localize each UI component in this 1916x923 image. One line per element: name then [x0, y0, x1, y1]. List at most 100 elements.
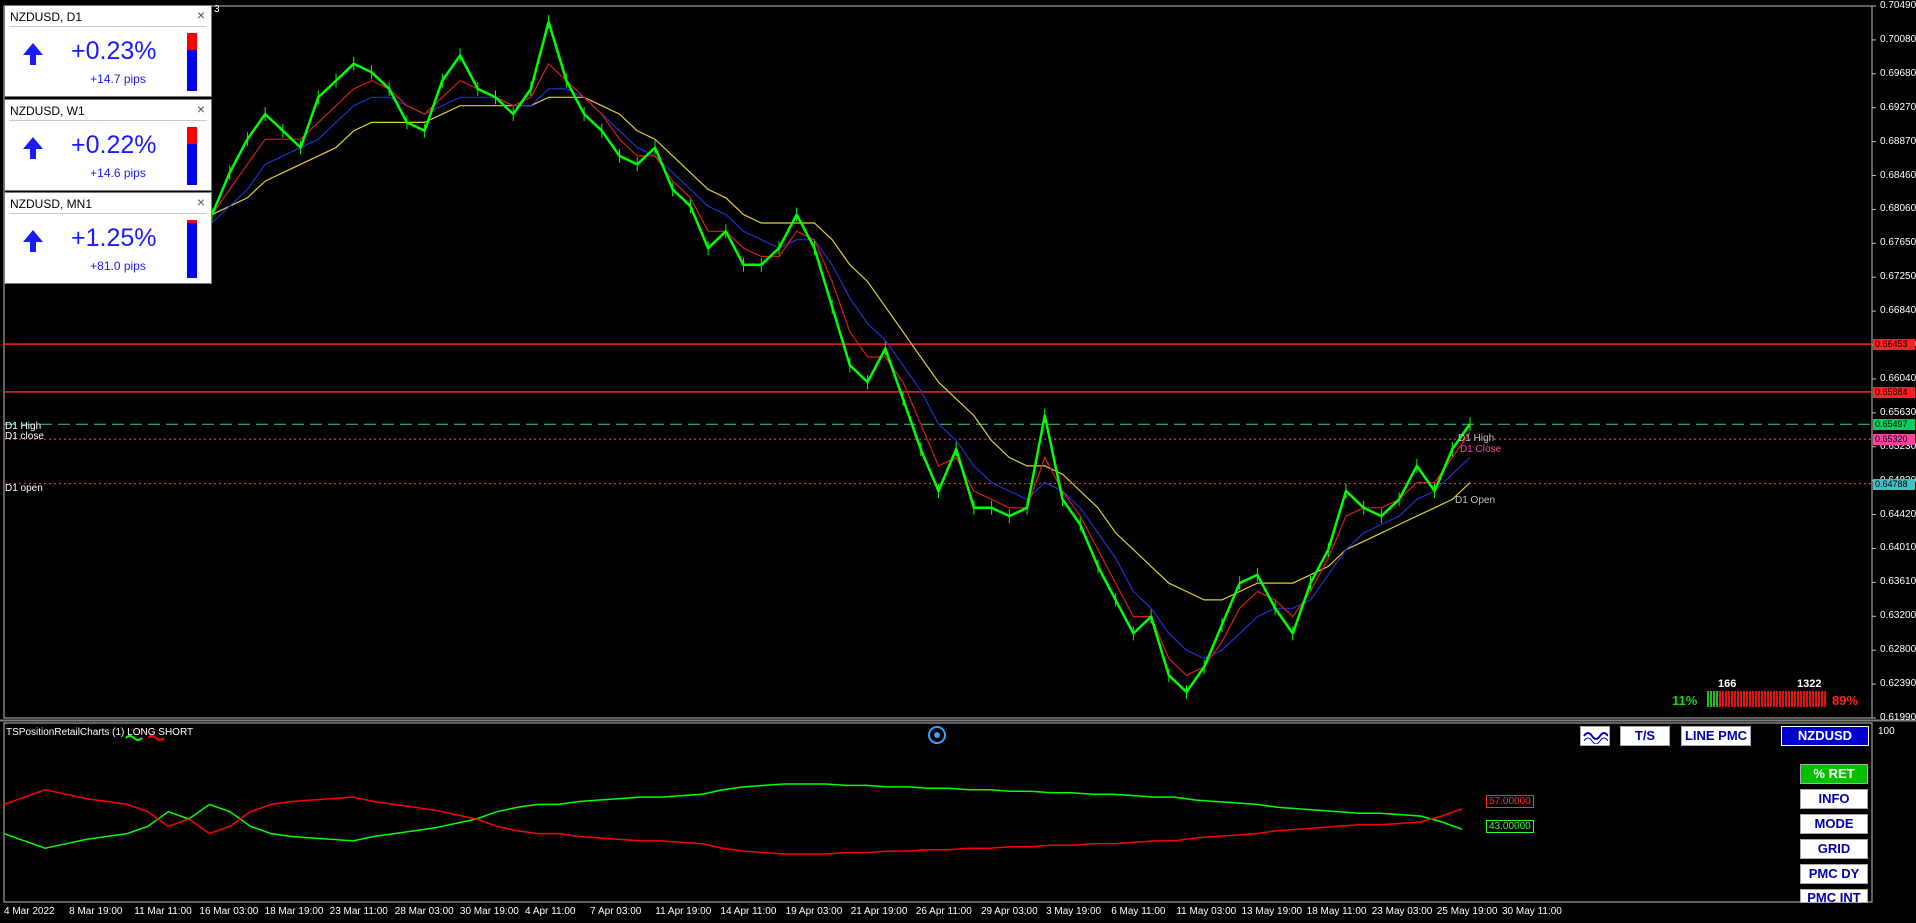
sentiment-segment — [1806, 691, 1808, 707]
ticker-mn1[interactable]: NZDUSD, MN1 × +1.25% +81.0 pips — [4, 192, 212, 284]
mode-button[interactable]: MODE — [1800, 814, 1868, 834]
strength-down — [187, 222, 197, 278]
x-tick-label: 30 Mar 19:00 — [459, 906, 519, 917]
x-tick-label: 18 Mar 19:00 — [264, 906, 324, 917]
right-label-d1-high: D1 High — [1458, 433, 1495, 444]
x-tick-label: 21 Apr 19:00 — [850, 906, 908, 917]
sentiment-segment — [1788, 691, 1790, 707]
legend-swatches — [125, 735, 165, 741]
ticker-body: +0.22% +14.6 pips — [9, 120, 207, 189]
y-tick-label: 0.61990 — [1880, 712, 1916, 723]
y-tick-label: 0.66040 — [1880, 372, 1916, 384]
sentiment-segment — [1722, 691, 1724, 707]
price-tag: 0.65320 — [1873, 434, 1915, 446]
sentiment-segment — [1761, 691, 1763, 707]
indicator-scale-top: 100 — [1878, 726, 1895, 737]
x-tick-label: 23 Mar 11:00 — [329, 906, 388, 917]
info-button[interactable]: INFO — [1800, 789, 1868, 809]
x-tick-label: 4 Mar 2022 — [4, 906, 55, 917]
ret-button[interactable]: % RET — [1800, 764, 1868, 784]
strength-up — [187, 127, 197, 145]
y-tick-label: 0.66840 — [1880, 305, 1916, 317]
ticker-change: +0.23% — [71, 37, 157, 65]
strength-up — [187, 33, 197, 51]
sentiment-segment — [1746, 691, 1748, 707]
sentiment-segment — [1812, 691, 1814, 707]
sentiment-segment — [1725, 691, 1727, 707]
y-tick-label: 0.68870 — [1880, 135, 1916, 147]
x-tick-label: 3 May 19:00 — [1046, 906, 1102, 917]
sentiment-segment — [1797, 691, 1799, 707]
sentiment-segment — [1800, 691, 1802, 707]
x-tick-label: 4 Apr 11:00 — [525, 906, 576, 917]
indicator-panel — [3, 783, 1463, 855]
pmc-dy-button[interactable]: PMC DY — [1800, 864, 1868, 884]
x-tick-label: 13 May 19:00 — [1241, 906, 1303, 917]
price-tag: 0.66453 — [1873, 339, 1915, 351]
ticker-strength-bar — [187, 127, 197, 185]
ticker-w1[interactable]: NZDUSD, W1 × +0.22% +14.6 pips — [4, 99, 212, 191]
price-tag: 0.64788 — [1873, 478, 1915, 490]
sentiment-segment — [1815, 691, 1817, 707]
short-pct-line — [3, 789, 1463, 855]
sentiment-segment — [1767, 691, 1769, 707]
y-tick-label: 0.65630 — [1880, 406, 1916, 418]
price-chart[interactable] — [0, 0, 1916, 923]
ma-slow-line — [211, 96, 1471, 601]
right-label-d1-open: D1 Open — [1455, 495, 1496, 506]
sentiment-short-pct: 89% — [1832, 693, 1859, 708]
wave-button[interactable] — [1580, 726, 1610, 746]
ts-button[interactable]: T/S — [1620, 726, 1670, 746]
sentiment-segment — [1707, 691, 1709, 707]
sentiment-segment — [1734, 691, 1736, 707]
line-pmc-button[interactable]: LINE PMC — [1681, 726, 1751, 746]
x-tick-label: 11 May 03:00 — [1176, 906, 1237, 917]
ticker-strength-bar — [187, 220, 197, 278]
pmc-int-button[interactable]: PMC INT — [1800, 889, 1868, 903]
long-value-tag: 43.00000 — [1486, 820, 1534, 833]
sentiment-segment — [1785, 691, 1787, 707]
sentiment-segment — [1731, 691, 1733, 707]
target-icon[interactable] — [927, 725, 947, 745]
x-tick-label: 18 May 11:00 — [1306, 906, 1367, 917]
sentiment-bar — [1707, 691, 1827, 707]
x-tick-label: 26 Apr 11:00 — [915, 906, 972, 917]
y-tick-label: 0.69680 — [1880, 67, 1916, 79]
sentiment-segment — [1728, 691, 1730, 707]
sentiment-segment — [1791, 691, 1793, 707]
ticker-title: NZDUSD, MN1 — [10, 197, 93, 211]
ticker-d1[interactable]: NZDUSD, D1 × +0.23% +14.7 pips — [4, 5, 212, 97]
symbol-button[interactable]: NZDUSD — [1781, 726, 1869, 746]
close-icon[interactable]: × — [197, 194, 205, 210]
x-tick-label: 30 May 11:00 — [1502, 906, 1562, 917]
sentiment-segment — [1758, 691, 1760, 707]
x-tick-label: 11 Mar 11:00 — [134, 906, 192, 917]
arrow-up-icon — [23, 230, 43, 252]
x-tick-label: 25 May 19:00 — [1436, 906, 1498, 917]
close-icon[interactable]: × — [197, 7, 205, 23]
x-tick-label: 29 Apr 03:00 — [980, 906, 1038, 917]
x-tick-label: 23 May 03:00 — [1371, 906, 1433, 917]
ticker-pips: +14.6 pips — [90, 166, 146, 180]
sentiment-segment — [1794, 691, 1796, 707]
close-icon[interactable]: × — [197, 101, 205, 117]
y-tick-label: 0.68460 — [1880, 169, 1916, 181]
ticker-title: NZDUSD, D1 — [10, 10, 83, 24]
strength-down — [187, 50, 197, 91]
sentiment-segment — [1782, 691, 1784, 707]
left-label-d1-open: D1 open — [5, 483, 43, 494]
arrow-up-icon — [23, 43, 43, 65]
short-value-tag: 57.00000 — [1486, 795, 1534, 808]
sentiment-segment — [1713, 691, 1715, 707]
ticker-title: NZDUSD, W1 — [10, 104, 85, 118]
main-frame — [3, 5, 1873, 719]
sentiment-segment — [1755, 691, 1757, 707]
y-tick-label: 0.63200 — [1880, 610, 1916, 622]
sentiment-segment — [1776, 691, 1778, 707]
y-tick-label: 0.68060 — [1880, 203, 1916, 215]
y-tick-label: 0.63610 — [1880, 576, 1916, 588]
indicator-frame — [3, 722, 1873, 903]
y-tick-label: 0.64420 — [1880, 508, 1916, 520]
grid-button[interactable]: GRID — [1800, 839, 1868, 859]
x-tick-label: 8 Mar 19:00 — [69, 906, 123, 917]
